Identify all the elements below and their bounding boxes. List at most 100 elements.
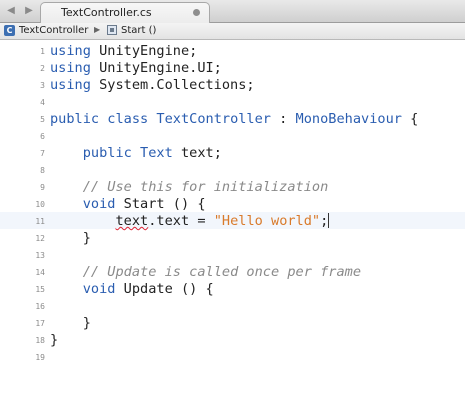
- code-token: }: [50, 230, 91, 246]
- code-token: class: [107, 111, 149, 127]
- line-number: 5: [40, 115, 45, 124]
- line-number: 8: [40, 166, 45, 175]
- line-number: 2: [40, 64, 45, 73]
- code-text: }: [50, 332, 58, 348]
- arrow-right-icon[interactable]: ▶: [22, 4, 36, 18]
- code-line[interactable]: 10 void Start () {: [0, 195, 465, 212]
- code-line[interactable]: 3 using System.Collections;: [0, 76, 465, 93]
- code-line[interactable]: 11 text.text = "Hello world";: [0, 212, 465, 229]
- code-text: public Text text;: [50, 145, 222, 161]
- code-line[interactable]: 15 void Update () {: [0, 280, 465, 297]
- code-token: "Hello world": [213, 213, 321, 229]
- code-token: using: [50, 43, 91, 59]
- breadcrumb-class[interactable]: TextController: [19, 25, 88, 36]
- line-number: 9: [40, 183, 45, 192]
- line-number: 1: [40, 47, 45, 56]
- code-token: UnityEngine;: [90, 43, 198, 59]
- line-number: 17: [35, 319, 45, 328]
- code-line[interactable]: 13: [0, 246, 465, 263]
- line-number: 18: [35, 336, 45, 345]
- breadcrumb-method[interactable]: Start (): [121, 25, 156, 36]
- close-icon[interactable]: [193, 9, 200, 16]
- code-token: MonoBehaviour: [295, 111, 402, 127]
- code-text: void Start () {: [50, 196, 206, 212]
- code-token: }: [50, 332, 59, 348]
- text-cursor: [328, 213, 330, 228]
- code-token: .text =: [148, 213, 214, 229]
- line-number: 12: [35, 234, 45, 243]
- code-token: ;: [320, 213, 329, 229]
- code-text: void Update () {: [50, 281, 214, 297]
- line-number: 3: [40, 81, 45, 90]
- code-line[interactable]: 6: [0, 127, 465, 144]
- code-line[interactable]: 18}: [0, 331, 465, 348]
- arrow-left-icon[interactable]: ◀: [4, 4, 18, 18]
- code-line[interactable]: 7 public Text text;: [0, 144, 465, 161]
- code-line[interactable]: 8: [0, 161, 465, 178]
- chevron-right-icon: ▶: [94, 25, 101, 34]
- code-line[interactable]: 9 // Use this for initialization: [0, 178, 465, 195]
- line-number: 19: [35, 353, 45, 362]
- code-token: System.Collections;: [90, 77, 255, 93]
- code-token: public: [82, 145, 132, 161]
- code-text: using System.Collections;: [50, 77, 255, 93]
- code-line[interactable]: 12 }: [0, 229, 465, 246]
- line-number: 10: [35, 200, 45, 209]
- code-token: text;: [172, 145, 222, 161]
- code-token: void: [82, 196, 116, 212]
- code-token: Text: [140, 145, 173, 161]
- line-number: 16: [35, 302, 45, 311]
- code-token: Start () {: [115, 196, 206, 212]
- code-text: // Use this for initialization: [50, 179, 329, 195]
- code-token: public: [50, 111, 100, 127]
- line-number: 13: [35, 251, 45, 260]
- code-token: void: [82, 281, 116, 297]
- line-number: 6: [40, 132, 45, 141]
- code-editor[interactable]: 1 using UnityEngine; 2 using UnityEngine.UI…: [0, 40, 465, 404]
- csharp-class-icon: C: [4, 25, 15, 36]
- line-number: 11: [35, 217, 45, 226]
- tab-title: TextController.cs: [61, 6, 152, 19]
- line-number: 14: [35, 268, 45, 277]
- line-number: 4: [40, 98, 45, 107]
- code-text: }: [50, 315, 91, 331]
- code-token: }: [50, 315, 91, 331]
- code-line[interactable]: 16: [0, 297, 465, 314]
- code-text: }: [50, 230, 91, 246]
- code-text: text.text = "Hello world";: [50, 213, 330, 229]
- code-line[interactable]: 5 public class TextController : MonoBehav…: [0, 110, 465, 127]
- code-token: // Update is called once per frame: [82, 264, 362, 280]
- code-token: {: [401, 111, 419, 127]
- tab-textcontroller[interactable]: TextController.cs: [40, 2, 210, 23]
- line-number: 15: [35, 285, 45, 294]
- code-token: text: [115, 213, 149, 229]
- code-line[interactable]: 1 using UnityEngine;: [0, 42, 465, 59]
- code-line[interactable]: 19: [0, 348, 465, 365]
- code-token: UnityEngine.UI;: [90, 60, 222, 76]
- tab-bar: ◀ ▶ TextController.cs: [0, 0, 465, 23]
- code-token: TextController: [156, 111, 271, 127]
- code-line[interactable]: 2 using UnityEngine.UI;: [0, 59, 465, 76]
- code-text: using UnityEngine;: [50, 43, 197, 59]
- code-line[interactable]: 17 }: [0, 314, 465, 331]
- code-text: // Update is called once per frame: [50, 264, 361, 280]
- code-token: using: [50, 60, 91, 76]
- code-line[interactable]: 4: [0, 93, 465, 110]
- code-token: :: [270, 111, 296, 127]
- breadcrumb: C TextController ▶ Start (): [0, 23, 465, 40]
- method-icon: [107, 25, 117, 35]
- code-token: using: [50, 77, 91, 93]
- code-line[interactable]: 14 // Update is called once per frame: [0, 263, 465, 280]
- code-token: Update () {: [115, 281, 214, 297]
- code-token: // Use this for initialization: [82, 179, 329, 195]
- line-number: 7: [40, 149, 45, 158]
- code-text: using UnityEngine.UI;: [50, 60, 222, 76]
- code-text: public class TextController : MonoBehavi…: [50, 111, 418, 127]
